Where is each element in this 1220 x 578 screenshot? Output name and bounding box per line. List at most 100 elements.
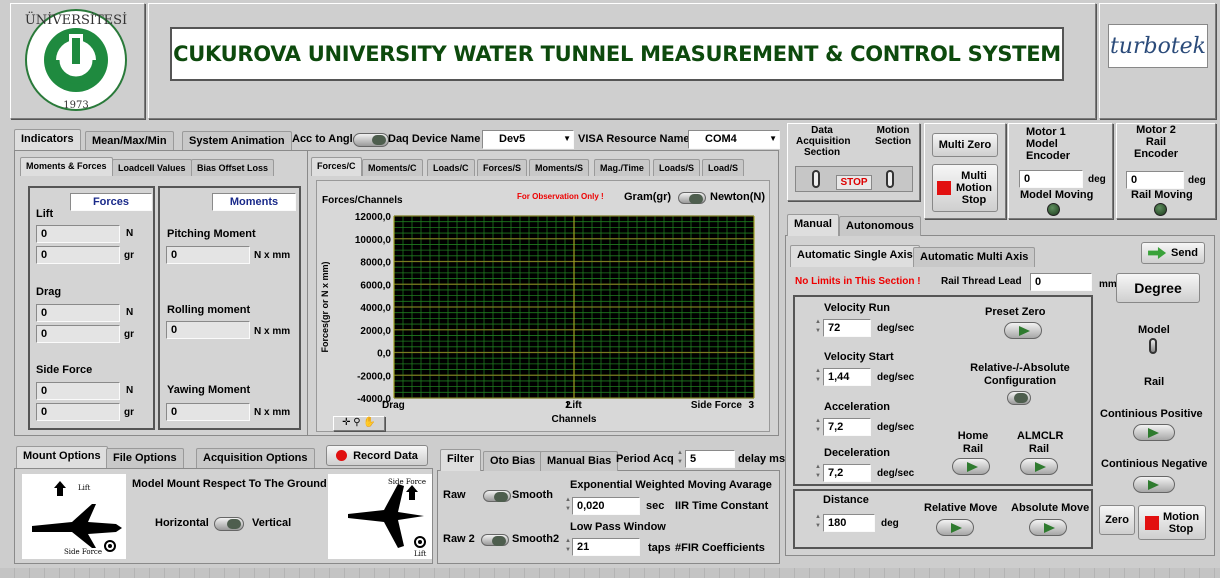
drag-label: Drag	[36, 286, 62, 298]
smooth-toggle[interactable]	[483, 490, 511, 502]
lift-label: Lift	[36, 208, 54, 220]
accel-spinner[interactable]: ▲ ▼	[814, 417, 822, 435]
rel-abs-toggle[interactable]	[1007, 391, 1031, 405]
tab-manual-bias[interactable]: Manual Bias	[540, 451, 619, 471]
tab-single-axis[interactable]: Automatic Single Axis	[790, 245, 920, 267]
y-tick-label: 12000,0	[355, 212, 392, 223]
period-label: Period Acq	[616, 453, 674, 465]
tab-multi-axis[interactable]: Automatic Multi Axis	[913, 247, 1036, 267]
acc-angle-toggle[interactable]	[353, 133, 389, 147]
tab-mean-max-min[interactable]: Mean/Max/Min	[85, 131, 174, 151]
tab-filter[interactable]: Filter	[440, 449, 481, 471]
tab-bias-offset[interactable]: Bias Offset Loss	[191, 159, 275, 176]
tab-oto-bias[interactable]: Oto Bias	[483, 451, 543, 471]
lpw-spinner[interactable]: ▲ ▼	[564, 537, 572, 555]
stop-box[interactable]: STOP	[836, 175, 872, 190]
horizontal-scrollbar[interactable]	[0, 568, 1220, 578]
vel-run-input[interactable]: 72	[823, 319, 871, 337]
rel-abs-label: Relative-/-Absolute Configuration	[970, 362, 1070, 387]
plane-lift-label: Lift	[78, 484, 90, 492]
preset-zero-button[interactable]	[1004, 322, 1042, 339]
tab-moments-forces[interactable]: Moments & Forces	[20, 157, 113, 176]
motor2-value: 0	[1126, 171, 1184, 189]
pitching-value: 0	[166, 246, 250, 264]
smooth2-label: Smooth2	[512, 533, 560, 545]
send-button[interactable]: Send	[1141, 242, 1205, 264]
record-data-button[interactable]: Record Data	[326, 445, 428, 466]
accel-input[interactable]: 7,2	[823, 418, 871, 436]
relative-move-label: Relative Move	[924, 502, 998, 514]
hand-icon[interactable]: ✋	[363, 417, 375, 428]
vel-start-input[interactable]: 1,44	[823, 368, 871, 386]
switch-left-icon[interactable]	[812, 170, 820, 188]
motion-stop-button[interactable]: Motion Stop	[1138, 505, 1206, 540]
smooth2-toggle[interactable]	[481, 534, 509, 546]
tab-loadcell-values[interactable]: Loadcell Values	[112, 159, 192, 176]
tab-system-animation[interactable]: System Animation	[182, 131, 292, 151]
visa-select[interactable]: COM4 ▼	[688, 130, 780, 149]
decel-input[interactable]: 7,2	[823, 464, 871, 482]
almclr-button[interactable]	[1020, 458, 1058, 475]
multi-motion-stop-button[interactable]: Multi Motion Stop	[932, 164, 998, 212]
graph-tools[interactable]: ✛ ⚲ ✋	[333, 416, 385, 431]
drag-n-unit: N	[126, 307, 134, 318]
acc-angle-label: Acc to Angle	[292, 133, 359, 145]
crosshair-icon[interactable]: ✛	[342, 417, 350, 428]
model-rail-switch[interactable]	[1149, 338, 1157, 354]
fir-label: #FIR Coefficients	[675, 542, 765, 554]
tab-forces-s[interactable]: Forces/S	[477, 159, 528, 176]
plane-side-icon: Lift Side Force	[22, 474, 126, 559]
period-input[interactable]: 5	[685, 450, 735, 468]
switch-right-icon[interactable]	[886, 170, 894, 188]
decel-label: Deceleration	[824, 447, 891, 459]
zoom-icon[interactable]: ⚲	[353, 417, 360, 428]
logo-frame: ÜNİVERSİTESİ 1973	[10, 3, 145, 119]
absolute-move-label: Absolute Move	[1011, 502, 1090, 514]
zero-button[interactable]: Zero	[1099, 505, 1135, 535]
tab-loads-c[interactable]: Loads/C	[427, 159, 475, 176]
relative-move-button[interactable]	[936, 519, 974, 536]
period-unit: delay ms	[738, 453, 786, 465]
unit-toggle[interactable]	[678, 192, 706, 204]
tab-loads-s[interactable]: Loads/S	[653, 159, 701, 176]
lpw-input[interactable]: 21	[572, 538, 640, 556]
distance-spinner[interactable]: ▲ ▼	[814, 513, 822, 531]
tab-acquisition-options[interactable]: Acquisition Options	[196, 448, 315, 468]
multi-zero-button[interactable]: Multi Zero	[932, 133, 998, 157]
cpos-button[interactable]	[1133, 424, 1175, 441]
plane-side-label: Side Force	[64, 548, 102, 556]
cneg-button[interactable]	[1133, 476, 1175, 493]
y-tick-label: 10000,0	[355, 235, 392, 246]
tab-load-s[interactable]: Load/S	[702, 159, 745, 176]
tab-autonomous[interactable]: Autonomous	[839, 216, 921, 236]
model-label: Model	[1138, 324, 1170, 336]
tab-moments-s[interactable]: Moments/S	[529, 159, 590, 176]
iir-label: IIR Time Constant	[675, 500, 769, 512]
tab-moments-c[interactable]: Moments/C	[362, 159, 423, 176]
observe-note: For Observation Only !	[517, 192, 604, 201]
absolute-move-button[interactable]	[1029, 519, 1067, 536]
degree-button[interactable]: Degree	[1116, 273, 1200, 303]
university-logo-icon: ÜNİVERSİTESİ 1973	[25, 9, 127, 111]
tab-indicators[interactable]: Indicators	[14, 129, 81, 151]
newton-label: Newton(N)	[710, 191, 765, 203]
ewma-input[interactable]: 0,020	[572, 497, 640, 515]
tab-file-options[interactable]: File Options	[106, 448, 184, 468]
period-spinner[interactable]: ▲ ▼	[676, 449, 684, 467]
tab-manual[interactable]: Manual	[787, 214, 839, 236]
rolling-value: 0	[166, 321, 250, 339]
distance-input[interactable]: 180	[823, 514, 875, 532]
mount-toggle[interactable]	[214, 517, 244, 531]
preset-zero-label: Preset Zero	[985, 306, 1046, 318]
decel-spinner[interactable]: ▲ ▼	[814, 463, 822, 481]
tab-mag-time[interactable]: Mag./Time	[594, 159, 650, 176]
rail-lead-input[interactable]: 0	[1030, 273, 1092, 291]
daq-device-select[interactable]: Dev5 ▼	[482, 130, 574, 149]
vel-start-spinner[interactable]: ▲ ▼	[814, 367, 822, 385]
x-axis-label: Channels	[551, 414, 596, 425]
tab-mount-options[interactable]: Mount Options	[16, 446, 108, 468]
tab-forces-c[interactable]: Forces/C	[311, 157, 362, 176]
ewma-spinner[interactable]: ▲ ▼	[564, 496, 572, 514]
home-rail-button[interactable]	[952, 458, 990, 475]
vel-run-spinner[interactable]: ▲ ▼	[814, 318, 822, 336]
